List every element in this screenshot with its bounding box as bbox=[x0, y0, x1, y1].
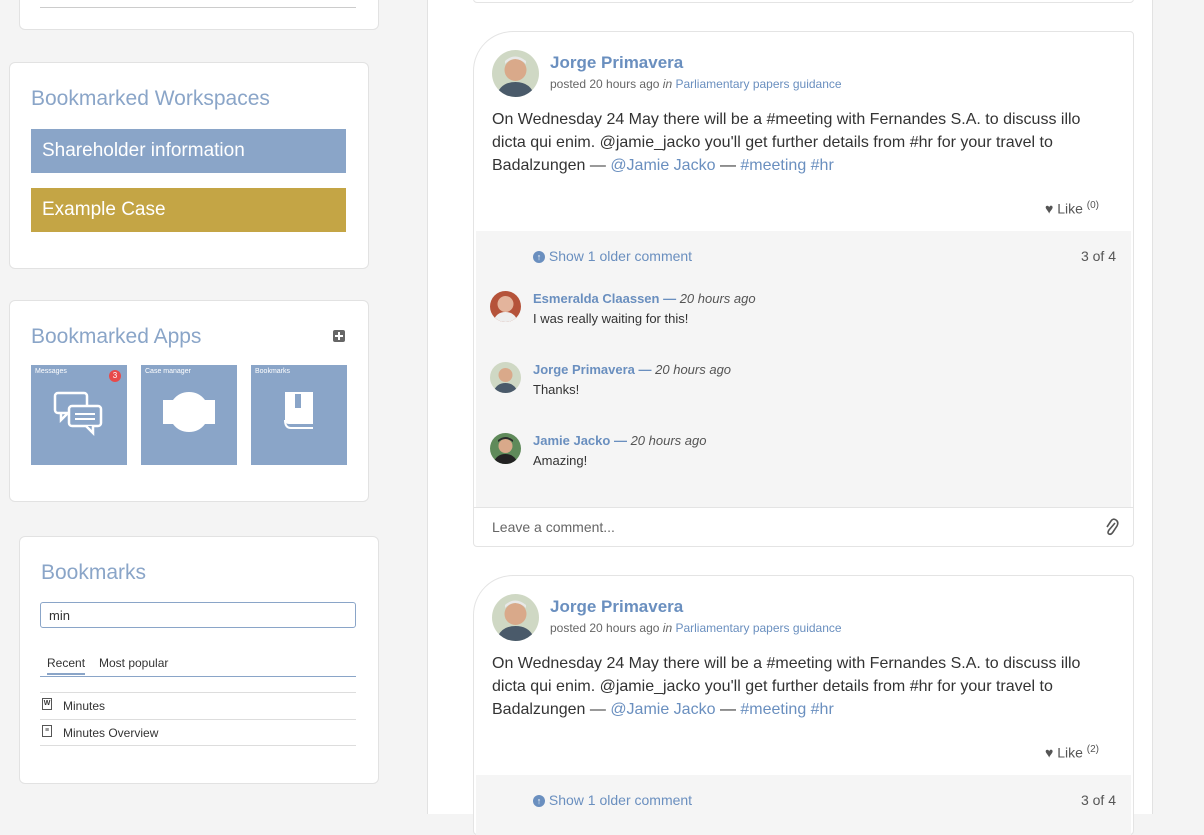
post-time: 20 hours ago bbox=[589, 621, 660, 635]
comment-author[interactable]: Jamie Jacko — 20 hours ago bbox=[533, 433, 706, 448]
heart-icon: ♥ bbox=[1044, 200, 1054, 217]
notification-badge: 3 bbox=[109, 370, 121, 382]
in-label: in bbox=[662, 621, 673, 635]
like-label: Like bbox=[1057, 744, 1083, 761]
comment-count: 3 of 4 bbox=[1080, 248, 1116, 264]
comment-text: Amazing! bbox=[533, 453, 588, 468]
dash: — bbox=[719, 157, 736, 174]
show-older-label: Show 1 older comment bbox=[548, 792, 693, 808]
bookmark-label: Minutes Overview bbox=[63, 726, 159, 740]
dash: — bbox=[719, 701, 736, 718]
bookmarked-workspaces-panel: Bookmarked Workspaces Shareholder inform… bbox=[9, 62, 369, 269]
previous-post-stub bbox=[473, 0, 1134, 3]
like-button[interactable]: ♥ Like (0) bbox=[1045, 200, 1099, 217]
comment-text: I was really waiting for this! bbox=[533, 311, 689, 326]
post-workspace-link[interactable]: Parliamentary papers guidance bbox=[675, 77, 841, 91]
activity-post: Jorge Primavera posted 20 hours ago in P… bbox=[473, 31, 1134, 547]
arrow-up-circle-icon: ↑ bbox=[533, 795, 545, 807]
workspace-shareholder-information[interactable]: Shareholder information bbox=[31, 129, 346, 173]
post-author[interactable]: Jorge Primavera bbox=[550, 597, 683, 617]
bookmark-item-minutes-overview[interactable]: ≡ Minutes Overview bbox=[40, 719, 356, 746]
case-icon bbox=[163, 392, 215, 432]
bookmarks-title: Bookmarks bbox=[41, 561, 147, 584]
tab-most-popular[interactable]: Most popular bbox=[99, 656, 168, 670]
tab-recent[interactable]: Recent bbox=[47, 656, 86, 675]
post-meta: posted 20 hours ago in Parliamentary pap… bbox=[550, 77, 842, 91]
posted-label: posted bbox=[550, 77, 587, 91]
avatar[interactable] bbox=[492, 594, 539, 641]
show-older-comment-link[interactable]: ↑ Show 1 older comment bbox=[533, 248, 692, 264]
hashtag-links[interactable]: #meeting #hr bbox=[740, 157, 833, 174]
arrow-up-circle-icon: ↑ bbox=[533, 251, 545, 263]
avatar[interactable] bbox=[490, 433, 521, 464]
app-tile-case-manager[interactable]: Case manager bbox=[141, 365, 237, 465]
document-icon: ≡ bbox=[42, 725, 52, 737]
apps-title: Bookmarked Apps bbox=[31, 325, 202, 348]
like-label: Like bbox=[1057, 200, 1083, 217]
bookmarks-search-input[interactable] bbox=[40, 602, 356, 628]
app-tile-label: Case manager bbox=[145, 368, 191, 375]
comment-time: 20 hours ago bbox=[655, 362, 732, 377]
plus-square-icon[interactable] bbox=[333, 330, 345, 342]
comment-time: 20 hours ago bbox=[679, 291, 756, 306]
book-icon bbox=[284, 392, 313, 429]
comments-area: ↑ Show 1 older comment 3 of 4 bbox=[476, 775, 1131, 835]
chat-bubbles-icon bbox=[53, 391, 103, 436]
app-tile-messages[interactable]: Messages 3 bbox=[31, 365, 127, 465]
post-author[interactable]: Jorge Primavera bbox=[550, 53, 683, 73]
like-count: (2) bbox=[1086, 744, 1099, 755]
comments-area: ↑ Show 1 older comment 3 of 4 Esmeralda … bbox=[476, 231, 1131, 507]
workspaces-title: Bookmarked Workspaces bbox=[31, 87, 270, 110]
bookmarks-panel: Bookmarks Recent Most popular W Minutes … bbox=[19, 536, 379, 784]
heart-icon: ♥ bbox=[1044, 744, 1054, 761]
app-tile-bookmarks[interactable]: Bookmarks bbox=[251, 365, 347, 465]
comment-text: Thanks! bbox=[533, 382, 580, 397]
tabs-underline bbox=[40, 676, 356, 677]
app-tile-label: Messages bbox=[35, 368, 67, 375]
comment-author[interactable]: Jorge Primavera — 20 hours ago bbox=[533, 362, 731, 377]
avatar[interactable] bbox=[492, 50, 539, 97]
avatar[interactable] bbox=[490, 291, 521, 322]
comment-author[interactable]: Esmeralda Claassen — 20 hours ago bbox=[533, 291, 756, 306]
activity-post: Jorge Primavera posted 20 hours ago in P… bbox=[473, 575, 1134, 835]
paperclip-icon[interactable] bbox=[1105, 518, 1119, 536]
like-button[interactable]: ♥ Like (2) bbox=[1045, 744, 1099, 761]
post-meta: posted 20 hours ago in Parliamentary pap… bbox=[550, 621, 842, 635]
divider bbox=[40, 7, 356, 8]
posted-label: posted bbox=[550, 621, 587, 635]
app-tile-label: Bookmarks bbox=[255, 368, 291, 375]
like-count: (0) bbox=[1086, 200, 1099, 211]
comment-count: 3 of 4 bbox=[1080, 792, 1116, 808]
post-text: On Wednesday 24 May there will be a #mee… bbox=[492, 108, 1118, 177]
workspace-example-case[interactable]: Example Case bbox=[31, 188, 346, 232]
post-text: On Wednesday 24 May there will be a #mee… bbox=[492, 652, 1118, 721]
word-doc-icon: W bbox=[42, 698, 52, 710]
comment-placeholder: Leave a comment... bbox=[492, 519, 615, 535]
top-panel-stub bbox=[19, 0, 379, 30]
in-label: in bbox=[662, 77, 673, 91]
avatar[interactable] bbox=[490, 362, 521, 393]
bookmark-item-minutes[interactable]: W Minutes bbox=[40, 692, 356, 719]
mention-link[interactable]: @Jamie Jacko bbox=[610, 157, 715, 174]
bookmarked-apps-panel: Bookmarked Apps Messages 3 Case manager … bbox=[9, 300, 369, 502]
show-older-comment-link[interactable]: ↑ Show 1 older comment bbox=[533, 792, 692, 808]
bookmark-label: Minutes bbox=[63, 699, 106, 713]
show-older-label: Show 1 older comment bbox=[548, 248, 693, 264]
post-time: 20 hours ago bbox=[589, 77, 660, 91]
hashtag-links[interactable]: #meeting #hr bbox=[740, 701, 833, 718]
comment-input[interactable]: Leave a comment... bbox=[474, 507, 1133, 548]
post-workspace-link[interactable]: Parliamentary papers guidance bbox=[675, 621, 841, 635]
comment-time: 20 hours ago bbox=[630, 433, 707, 448]
mention-link[interactable]: @Jamie Jacko bbox=[610, 701, 715, 718]
